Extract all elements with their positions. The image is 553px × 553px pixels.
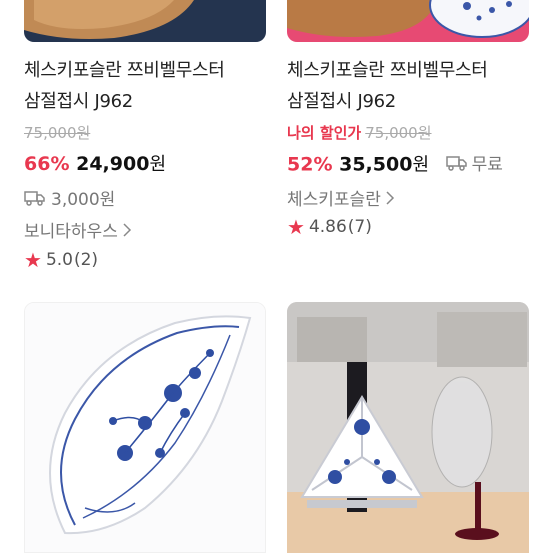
truck-icon bbox=[445, 155, 467, 171]
rating: ★ 5.0 (2) bbox=[24, 250, 98, 270]
product-photo-plate-on-board bbox=[287, 0, 529, 42]
currency-unit: 원 bbox=[149, 154, 166, 175]
discount-percent: 66% bbox=[24, 153, 70, 175]
rating-score: 5.0 bbox=[45, 250, 73, 270]
product-image-4[interactable] bbox=[287, 302, 529, 553]
product-image-1[interactable] bbox=[24, 0, 266, 42]
product-title-line2[interactable]: 삼절접시 J962 bbox=[287, 87, 396, 117]
product-photo-wood-board bbox=[24, 0, 266, 42]
sale-price: 24,900 bbox=[76, 153, 150, 175]
star-icon: ★ bbox=[287, 215, 305, 239]
original-price-row: 나의 할인가 75,000원 bbox=[287, 122, 432, 143]
original-price: 75,000원 bbox=[24, 124, 91, 142]
shipping-fee: 3,000원 bbox=[51, 190, 116, 210]
seller-name: 보니타하우스 bbox=[24, 222, 118, 242]
product-photo-triangle-dish bbox=[287, 302, 529, 553]
chevron-right-icon bbox=[123, 222, 131, 237]
product-title-line2[interactable]: 삼절접시 J962 bbox=[24, 87, 133, 117]
product-image-2[interactable] bbox=[287, 0, 529, 42]
truck-icon bbox=[24, 190, 45, 206]
chevron-right-icon bbox=[386, 190, 394, 205]
discount-percent: 52% bbox=[287, 153, 333, 176]
shipping-info: 3,000원 bbox=[24, 185, 115, 210]
shipping-fee: 무료 bbox=[471, 155, 503, 175]
product-image-3[interactable] bbox=[24, 302, 266, 553]
review-count: (7) bbox=[347, 217, 372, 237]
seller-name: 체스키포슬란 bbox=[287, 190, 381, 210]
review-count: (2) bbox=[73, 250, 99, 270]
price-row: 66% 24,900원 bbox=[24, 150, 166, 176]
my-discount-label: 나의 할인가 bbox=[287, 124, 362, 142]
product-title[interactable]: 체스키포슬란 쯔비벨무스터 bbox=[24, 56, 225, 86]
seller-link[interactable]: 체스키포슬란 bbox=[287, 185, 395, 210]
product-title[interactable]: 체스키포슬란 쯔비벨무스터 bbox=[287, 56, 488, 86]
rating: ★ 4.86 (7) bbox=[287, 217, 372, 237]
price-row: 52% 35,500원 무료 bbox=[287, 150, 503, 177]
rating-score: 4.86 bbox=[308, 217, 347, 237]
shipping-info: 무료 bbox=[445, 150, 503, 175]
original-price: 75,000원 bbox=[365, 124, 432, 142]
product-photo-leaf-dish bbox=[25, 303, 265, 552]
star-icon: ★ bbox=[24, 248, 42, 272]
currency-unit: 원 bbox=[412, 154, 429, 176]
sale-price: 35,500 bbox=[339, 153, 413, 176]
seller-link[interactable]: 보니타하우스 bbox=[24, 217, 132, 242]
